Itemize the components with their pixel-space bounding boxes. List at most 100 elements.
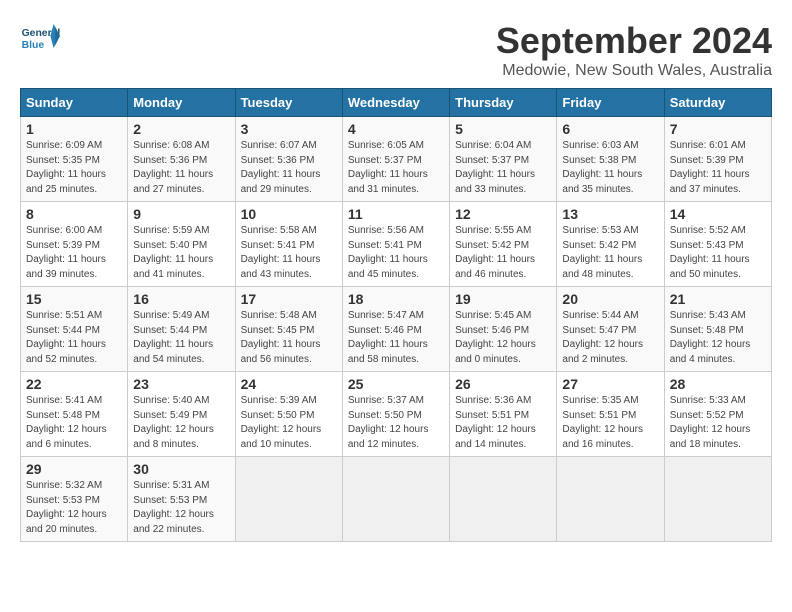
calendar-cell: 30 Sunrise: 5:31 AM Sunset: 5:53 PM Dayli… — [128, 457, 235, 542]
day-number: 3 — [241, 121, 337, 137]
calendar-cell — [557, 457, 664, 542]
calendar-cell — [664, 457, 771, 542]
day-number: 6 — [562, 121, 658, 137]
calendar-cell: 12 Sunrise: 5:55 AM Sunset: 5:42 PM Dayli… — [450, 202, 557, 287]
day-number: 4 — [348, 121, 444, 137]
day-info: Sunrise: 5:59 AM Sunset: 5:40 PM Dayligh… — [133, 224, 229, 282]
calendar-cell: 9 Sunrise: 5:59 AM Sunset: 5:40 PM Daylig… — [128, 202, 235, 287]
calendar-cell: 1 Sunrise: 6:09 AM Sunset: 5:35 PM Daylig… — [21, 117, 128, 202]
day-info: Sunrise: 5:56 AM Sunset: 5:41 PM Dayligh… — [348, 224, 444, 282]
day-info: Sunrise: 5:43 AM Sunset: 5:48 PM Dayligh… — [670, 309, 766, 367]
day-number: 12 — [455, 206, 551, 222]
location-title: Medowie, New South Wales, Australia — [496, 62, 772, 80]
week-row-4: 29Sunrise: 5:32 AM Sunset: 5:53 PM Dayli… — [21, 457, 772, 542]
calendar-cell: 14 Sunrise: 5:52 AM Sunset: 5:43 PM Dayli… — [664, 202, 771, 287]
calendar-cell — [450, 457, 557, 542]
day-info: Sunrise: 5:31 AM Sunset: 5:53 PM Dayligh… — [133, 479, 229, 537]
day-number: 9 — [133, 206, 229, 222]
day-number: 29 — [26, 461, 122, 477]
day-number: 10 — [241, 206, 337, 222]
day-info: Sunrise: 5:44 AM Sunset: 5:47 PM Dayligh… — [562, 309, 658, 367]
week-row-2: 15Sunrise: 5:51 AM Sunset: 5:44 PM Dayli… — [21, 287, 772, 372]
header-day-thursday: Thursday — [450, 89, 557, 117]
calendar-cell: 25Sunrise: 5:37 AM Sunset: 5:50 PM Dayli… — [342, 372, 449, 457]
calendar-cell: 22Sunrise: 5:41 AM Sunset: 5:48 PM Dayli… — [21, 372, 128, 457]
calendar-cell: 6 Sunrise: 6:03 AM Sunset: 5:38 PM Daylig… — [557, 117, 664, 202]
day-info: Sunrise: 5:36 AM Sunset: 5:51 PM Dayligh… — [455, 394, 551, 452]
day-number: 5 — [455, 121, 551, 137]
logo-icon: General Blue — [20, 20, 60, 56]
day-number: 15 — [26, 291, 122, 307]
calendar-table: SundayMondayTuesdayWednesdayThursdayFrid… — [20, 88, 772, 542]
calendar-cell: 29Sunrise: 5:32 AM Sunset: 5:53 PM Dayli… — [21, 457, 128, 542]
day-info: Sunrise: 6:00 AM Sunset: 5:39 PM Dayligh… — [26, 224, 122, 282]
calendar-cell: 11 Sunrise: 5:56 AM Sunset: 5:41 PM Dayli… — [342, 202, 449, 287]
header-row: SundayMondayTuesdayWednesdayThursdayFrid… — [21, 89, 772, 117]
calendar-cell: 19Sunrise: 5:45 AM Sunset: 5:46 PM Dayli… — [450, 287, 557, 372]
calendar-cell: 16 Sunrise: 5:49 AM Sunset: 5:44 PM Dayli… — [128, 287, 235, 372]
day-number: 17 — [241, 291, 337, 307]
calendar-cell: 24 Sunrise: 5:39 AM Sunset: 5:50 PM Dayli… — [235, 372, 342, 457]
title-block: September 2024 Medowie, New South Wales,… — [496, 20, 772, 80]
day-info: Sunrise: 5:48 AM Sunset: 5:45 PM Dayligh… — [241, 309, 337, 367]
header-day-saturday: Saturday — [664, 89, 771, 117]
calendar-cell: 15Sunrise: 5:51 AM Sunset: 5:44 PM Dayli… — [21, 287, 128, 372]
day-info: Sunrise: 6:07 AM Sunset: 5:36 PM Dayligh… — [241, 139, 337, 197]
day-number: 11 — [348, 206, 444, 222]
calendar-cell: 4 Sunrise: 6:05 AM Sunset: 5:37 PM Daylig… — [342, 117, 449, 202]
day-number: 13 — [562, 206, 658, 222]
calendar-cell: 26 Sunrise: 5:36 AM Sunset: 5:51 PM Dayli… — [450, 372, 557, 457]
calendar-cell: 7Sunrise: 6:01 AM Sunset: 5:39 PM Daylig… — [664, 117, 771, 202]
calendar-cell — [235, 457, 342, 542]
header-day-sunday: Sunday — [21, 89, 128, 117]
day-number: 28 — [670, 376, 766, 392]
page-header: General Blue September 2024 Medowie, New… — [20, 20, 772, 80]
day-info: Sunrise: 5:40 AM Sunset: 5:49 PM Dayligh… — [133, 394, 229, 452]
calendar-body: 1 Sunrise: 6:09 AM Sunset: 5:35 PM Daylig… — [21, 117, 772, 542]
calendar-cell: 5 Sunrise: 6:04 AM Sunset: 5:37 PM Daylig… — [450, 117, 557, 202]
header-day-friday: Friday — [557, 89, 664, 117]
calendar-cell: 27 Sunrise: 5:35 AM Sunset: 5:51 PM Dayli… — [557, 372, 664, 457]
calendar-cell: 18Sunrise: 5:47 AM Sunset: 5:46 PM Dayli… — [342, 287, 449, 372]
day-number: 19 — [455, 291, 551, 307]
calendar-cell: 23Sunrise: 5:40 AM Sunset: 5:49 PM Dayli… — [128, 372, 235, 457]
month-title: September 2024 — [496, 20, 772, 62]
calendar-cell: 3 Sunrise: 6:07 AM Sunset: 5:36 PM Daylig… — [235, 117, 342, 202]
day-number: 24 — [241, 376, 337, 392]
day-info: Sunrise: 5:33 AM Sunset: 5:52 PM Dayligh… — [670, 394, 766, 452]
day-info: Sunrise: 5:37 AM Sunset: 5:50 PM Dayligh… — [348, 394, 444, 452]
header-day-monday: Monday — [128, 89, 235, 117]
day-info: Sunrise: 6:05 AM Sunset: 5:37 PM Dayligh… — [348, 139, 444, 197]
day-info: Sunrise: 5:49 AM Sunset: 5:44 PM Dayligh… — [133, 309, 229, 367]
day-info: Sunrise: 5:39 AM Sunset: 5:50 PM Dayligh… — [241, 394, 337, 452]
header-day-tuesday: Tuesday — [235, 89, 342, 117]
calendar-cell: 10 Sunrise: 5:58 AM Sunset: 5:41 PM Dayli… — [235, 202, 342, 287]
header-day-wednesday: Wednesday — [342, 89, 449, 117]
day-number: 27 — [562, 376, 658, 392]
day-info: Sunrise: 6:08 AM Sunset: 5:36 PM Dayligh… — [133, 139, 229, 197]
day-info: Sunrise: 5:35 AM Sunset: 5:51 PM Dayligh… — [562, 394, 658, 452]
day-info: Sunrise: 6:09 AM Sunset: 5:35 PM Dayligh… — [26, 139, 122, 197]
calendar-cell: 13 Sunrise: 5:53 AM Sunset: 5:42 PM Dayli… — [557, 202, 664, 287]
day-number: 26 — [455, 376, 551, 392]
day-info: Sunrise: 5:47 AM Sunset: 5:46 PM Dayligh… — [348, 309, 444, 367]
week-row-3: 22Sunrise: 5:41 AM Sunset: 5:48 PM Dayli… — [21, 372, 772, 457]
day-number: 20 — [562, 291, 658, 307]
day-number: 7 — [670, 121, 766, 137]
day-info: Sunrise: 5:55 AM Sunset: 5:42 PM Dayligh… — [455, 224, 551, 282]
day-number: 21 — [670, 291, 766, 307]
calendar-cell — [342, 457, 449, 542]
day-info: Sunrise: 5:53 AM Sunset: 5:42 PM Dayligh… — [562, 224, 658, 282]
day-number: 30 — [133, 461, 229, 477]
day-number: 1 — [26, 121, 122, 137]
day-info: Sunrise: 6:04 AM Sunset: 5:37 PM Dayligh… — [455, 139, 551, 197]
day-info: Sunrise: 5:58 AM Sunset: 5:41 PM Dayligh… — [241, 224, 337, 282]
day-number: 14 — [670, 206, 766, 222]
day-info: Sunrise: 5:52 AM Sunset: 5:43 PM Dayligh… — [670, 224, 766, 282]
day-number: 16 — [133, 291, 229, 307]
logo: General Blue — [20, 20, 64, 56]
calendar-header: SundayMondayTuesdayWednesdayThursdayFrid… — [21, 89, 772, 117]
week-row-0: 1 Sunrise: 6:09 AM Sunset: 5:35 PM Daylig… — [21, 117, 772, 202]
day-info: Sunrise: 6:03 AM Sunset: 5:38 PM Dayligh… — [562, 139, 658, 197]
calendar-cell: 21 Sunrise: 5:43 AM Sunset: 5:48 PM Dayli… — [664, 287, 771, 372]
